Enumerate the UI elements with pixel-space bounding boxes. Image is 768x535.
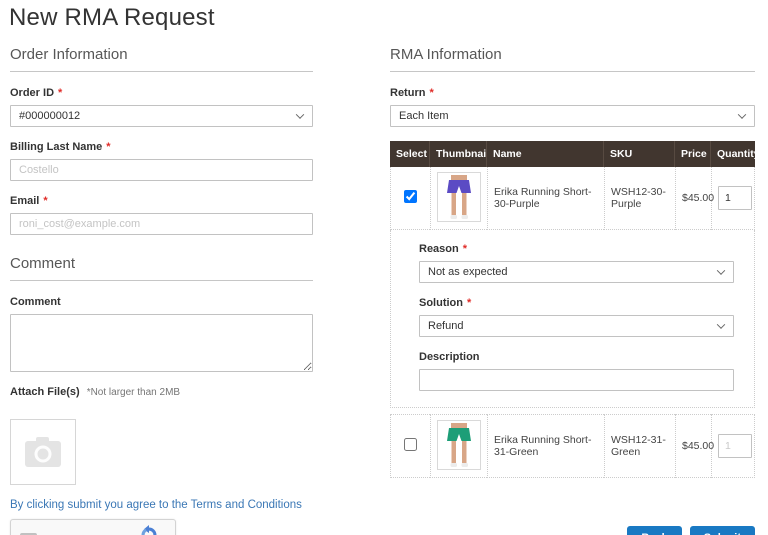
order-id-label-text: Order ID xyxy=(10,87,54,99)
solution-select[interactable]: Refund xyxy=(419,315,734,337)
section-heading-comment: Comment xyxy=(10,255,313,281)
email-field: Email * xyxy=(10,195,313,235)
recaptcha-widget: I'm not a robot reCAPTCHA Privacy - Term… xyxy=(10,519,176,535)
attach-files-note: *Not larger than 2MB xyxy=(87,387,180,398)
description-label-text: Description xyxy=(419,351,480,363)
comment-textarea[interactable] xyxy=(10,314,313,372)
required-asterisk: * xyxy=(43,195,47,207)
solution-label-text: Solution xyxy=(419,297,463,309)
recaptcha-branding: reCAPTCHA Privacy - Terms xyxy=(130,525,168,535)
rma-information-column: RMA Information Return * Each Item Selec… xyxy=(390,46,755,535)
description-label: Description xyxy=(419,351,734,363)
item-sku: WSH12-30-Purple xyxy=(604,167,675,230)
new-rma-request-page: New RMA Request Order Information Order … xyxy=(0,0,768,535)
item-details-cell: Reason * Not as expected xyxy=(390,230,755,408)
quantity-input[interactable] xyxy=(718,186,752,210)
product-thumbnail xyxy=(437,420,481,470)
solution-label: Solution * xyxy=(419,297,734,309)
reason-label-text: Reason xyxy=(419,243,459,255)
billing-last-name-label: Billing Last Name * xyxy=(10,141,313,153)
header-select: Select xyxy=(390,141,430,167)
order-id-select-wrap: #000000012 xyxy=(10,105,313,127)
table-row-item-2: Erika Running Short-31-Green WSH12-31-Gr… xyxy=(390,414,755,478)
section-heading-order-information: Order Information xyxy=(10,46,313,72)
table-header-row: Select Thumbnail Name SKU Price Quantity xyxy=(390,141,755,167)
return-select-wrap: Each Item xyxy=(390,105,755,127)
form-actions: Back Submit xyxy=(390,526,755,535)
solution-field: Solution * Refund xyxy=(419,297,734,337)
required-asterisk: * xyxy=(429,87,433,99)
billing-last-name-field: Billing Last Name * xyxy=(10,141,313,181)
email-input[interactable] xyxy=(10,213,313,235)
return-select[interactable]: Each Item xyxy=(390,105,755,127)
submit-button[interactable]: Submit xyxy=(690,526,755,535)
required-asterisk: * xyxy=(463,243,467,255)
back-button[interactable]: Back xyxy=(627,526,681,535)
header-name: Name xyxy=(487,141,604,167)
order-information-column: Order Information Order ID * #000000012 … xyxy=(10,46,313,535)
page-title: New RMA Request xyxy=(9,4,215,32)
reason-label: Reason * xyxy=(419,243,734,255)
item-price: $45.00 xyxy=(675,167,711,230)
camera-icon xyxy=(25,437,61,467)
required-asterisk: * xyxy=(106,141,110,153)
description-field: Description xyxy=(419,351,734,391)
order-id-select[interactable]: #000000012 xyxy=(10,105,313,127)
terms-and-conditions-link[interactable]: By clicking submit you agree to the Term… xyxy=(10,499,313,511)
table-row-item-1: Erika Running Short-30-Purple WSH12-30-P… xyxy=(390,167,755,230)
header-price: Price xyxy=(675,141,711,167)
reason-select-wrap: Not as expected xyxy=(419,261,734,283)
select-item-checkbox[interactable] xyxy=(404,190,417,203)
item-name: Erika Running Short-31-Green xyxy=(487,414,604,478)
email-label-text: Email xyxy=(10,195,39,207)
file-upload-box[interactable] xyxy=(10,419,76,485)
attach-files-label: Attach File(s) xyxy=(10,386,80,398)
select-cell xyxy=(390,167,430,230)
thumbnail-cell xyxy=(430,414,487,478)
return-label-text: Return xyxy=(390,87,425,99)
product-thumbnail xyxy=(437,172,481,222)
item-sku: WSH12-31-Green xyxy=(604,414,675,478)
item-details-row: Reason * Not as expected xyxy=(390,230,755,408)
item-price: $45.00 xyxy=(675,414,711,478)
rma-items-table: Select Thumbnail Name SKU Price Quantity xyxy=(390,141,755,478)
reason-select[interactable]: Not as expected xyxy=(419,261,734,283)
header-quantity: Quantity xyxy=(711,141,755,167)
email-label: Email * xyxy=(10,195,313,207)
order-id-label: Order ID * xyxy=(10,87,313,99)
comment-label: Comment xyxy=(10,296,313,308)
quantity-cell xyxy=(711,414,755,478)
return-field: Return * Each Item xyxy=(390,87,755,127)
comment-label-text: Comment xyxy=(10,296,61,308)
select-cell xyxy=(390,414,430,478)
order-id-field: Order ID * #000000012 xyxy=(10,87,313,127)
description-input[interactable] xyxy=(419,369,734,391)
thumbnail-cell xyxy=(430,167,487,230)
quantity-input[interactable] xyxy=(718,434,752,458)
quantity-cell xyxy=(711,167,755,230)
billing-last-name-input[interactable] xyxy=(10,159,313,181)
attach-files-row: Attach File(s) *Not larger than 2MB xyxy=(10,386,313,398)
required-asterisk: * xyxy=(467,297,471,309)
solution-select-wrap: Refund xyxy=(419,315,734,337)
return-label: Return * xyxy=(390,87,755,99)
recaptcha-icon xyxy=(139,525,159,535)
billing-last-name-label-text: Billing Last Name xyxy=(10,141,102,153)
required-asterisk: * xyxy=(58,87,62,99)
select-item-checkbox[interactable] xyxy=(404,438,417,451)
header-thumbnail: Thumbnail xyxy=(430,141,487,167)
section-heading-rma-information: RMA Information xyxy=(390,46,755,72)
reason-field: Reason * Not as expected xyxy=(419,243,734,283)
comment-field: Comment xyxy=(10,296,313,372)
header-sku: SKU xyxy=(604,141,675,167)
item-name: Erika Running Short-30-Purple xyxy=(487,167,604,230)
